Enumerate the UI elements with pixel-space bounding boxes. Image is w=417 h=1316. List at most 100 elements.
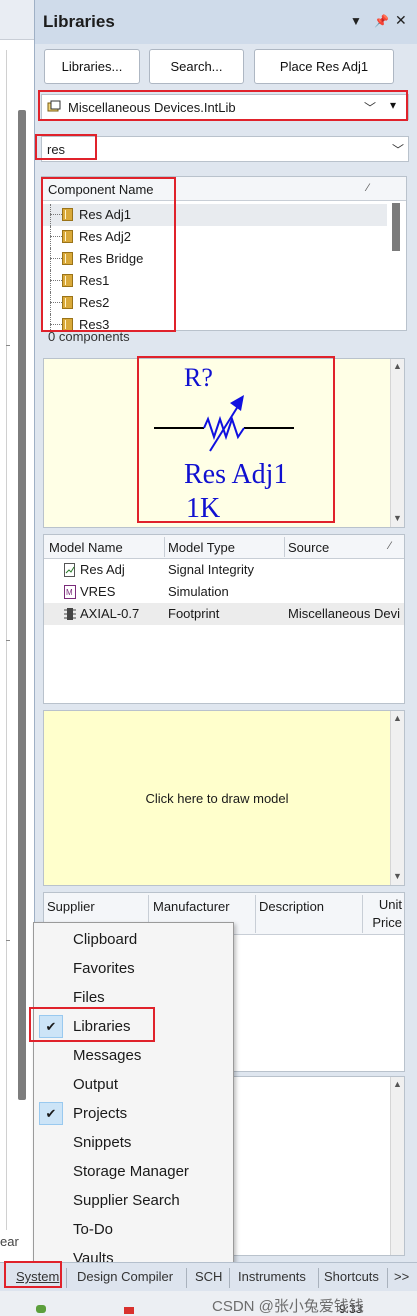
model-name: AXIAL-0.7	[80, 606, 140, 621]
component-value-text: 1K	[186, 493, 220, 524]
tab-design-compiler[interactable]: Design Compiler	[77, 1269, 173, 1284]
sheet-tick	[6, 640, 10, 641]
model-row[interactable]: Res Adj Signal Integrity	[44, 559, 404, 581]
component-icon	[62, 274, 73, 287]
pin-icon[interactable]: 📌	[374, 14, 389, 28]
editor-vertical-scrollbar[interactable]	[18, 110, 26, 1100]
component-row[interactable]: Res Adj1	[42, 204, 387, 226]
component-list: Component Name ⁄ Res Adj1 Res Adj2 Res Bri…	[41, 176, 407, 331]
component-count: 0 components	[48, 329, 130, 344]
scroll-up-icon[interactable]: ▲	[393, 713, 402, 723]
svg-text:M: M	[66, 588, 73, 597]
sort-icon[interactable]: ⁄	[389, 540, 391, 552]
component-filter-input[interactable]: res ﹀	[41, 136, 409, 162]
tray-app-icon[interactable]	[124, 1307, 134, 1314]
tree-connector	[50, 292, 51, 314]
menu-item[interactable]: ✔ Libraries	[34, 1012, 233, 1041]
model-row[interactable]: M VRES Simulation	[44, 581, 404, 603]
tree-connector	[50, 214, 62, 215]
menu-item[interactable]: Favorites	[34, 954, 233, 983]
panel-tab-bar: System Design Compiler SCH Instruments S…	[0, 1262, 417, 1291]
menu-item[interactable]: Supplier Search	[34, 1186, 233, 1215]
scroll-down-icon[interactable]: ▼	[393, 513, 402, 523]
column-divider[interactable]	[164, 537, 165, 557]
scroll-down-icon[interactable]: ▼	[393, 871, 402, 881]
menu-item[interactable]: Clipboard	[34, 925, 233, 954]
more-tabs-button[interactable]: >>	[394, 1269, 409, 1284]
menu-item[interactable]: Messages	[34, 1041, 233, 1070]
col-manufacturer[interactable]: Manufacturer	[153, 899, 230, 914]
column-divider[interactable]	[362, 895, 363, 933]
component-icon	[62, 296, 73, 309]
chevron-down-icon[interactable]: ﹀	[392, 141, 404, 158]
search-button[interactable]: Search...	[149, 49, 244, 84]
component-name-text: Res Adj1	[184, 459, 287, 490]
scroll-up-icon[interactable]: ▲	[393, 361, 402, 371]
column-divider[interactable]	[284, 537, 285, 557]
symbol-preview: R? Res Adj1 1K ▲ ▼	[43, 358, 405, 528]
scroll-up-icon[interactable]: ▲	[393, 1079, 402, 1089]
library-icon	[47, 100, 61, 112]
col-unit-price[interactable]: Unit Price	[366, 896, 402, 932]
menu-item-label: Libraries	[73, 1018, 131, 1035]
signal-integrity-icon	[64, 563, 75, 577]
col-source[interactable]: Source	[288, 540, 329, 555]
tab-divider	[318, 1268, 319, 1288]
tab-shortcuts[interactable]: Shortcuts	[324, 1269, 379, 1284]
component-row[interactable]: Res2	[42, 292, 387, 314]
column-divider[interactable]	[255, 895, 256, 933]
sheet-tick	[6, 345, 10, 346]
close-icon[interactable]: ✕	[395, 12, 407, 29]
details-scrollbar[interactable]: ▲	[390, 1077, 404, 1255]
checkmark-icon: ✔	[39, 1102, 63, 1125]
component-list-scrollbar[interactable]	[392, 203, 400, 251]
col-model-name[interactable]: Model Name	[49, 540, 123, 555]
tray-app-icon[interactable]	[36, 1305, 46, 1313]
menu-item[interactable]: Files	[34, 983, 233, 1012]
menu-item-label: Output	[73, 1076, 119, 1093]
tree-connector	[50, 258, 62, 259]
tree-connector	[50, 204, 51, 226]
model-type: Footprint	[168, 606, 220, 621]
menu-item-label: Clipboard	[73, 931, 138, 948]
library-select[interactable]: Miscellaneous Devices.IntLib ﹀ ▾	[41, 94, 409, 120]
tab-system[interactable]: System	[16, 1269, 59, 1284]
dropdown-triangle-icon[interactable]: ▼	[350, 14, 362, 28]
resistor-symbol: R? Res Adj1 1K	[154, 363, 294, 524]
preview-scrollbar[interactable]: ▲ ▼	[390, 359, 404, 527]
menu-item[interactable]: Storage Manager	[34, 1157, 233, 1186]
component-label: Res Bridge	[79, 251, 144, 266]
menu-item[interactable]: Output	[34, 1070, 233, 1099]
library-select-value: Miscellaneous Devices.IntLib	[68, 100, 236, 115]
model-row[interactable]: AXIAL-0.7 Footprint Miscellaneous Devi	[44, 603, 404, 625]
component-row[interactable]: Res1	[42, 270, 387, 292]
component-row[interactable]: Res Adj2	[42, 226, 387, 248]
panel-title-bar: Libraries ▼ 📌 ✕	[35, 0, 417, 44]
sort-icon[interactable]: ⁄	[367, 182, 369, 194]
menu-item-label: Storage Manager	[73, 1163, 189, 1180]
col-description[interactable]: Description	[259, 899, 324, 914]
menu-item[interactable]: Snippets	[34, 1128, 233, 1157]
component-list-header[interactable]: Component Name ⁄	[42, 177, 406, 201]
models-table-header: Model Name Model Type Source ⁄	[44, 535, 404, 559]
tab-sch[interactable]: SCH	[195, 1269, 222, 1284]
col-model-type[interactable]: Model Type	[168, 540, 235, 555]
menu-item[interactable]: To-Do	[34, 1215, 233, 1244]
libraries-button[interactable]: Libraries...	[44, 49, 140, 84]
place-component-button[interactable]: Place Res Adj1	[254, 49, 394, 84]
tree-connector	[50, 226, 51, 248]
model-type: Simulation	[168, 584, 229, 599]
col-supplier[interactable]: Supplier	[47, 899, 95, 914]
simulation-icon: M	[64, 585, 76, 599]
menu-item[interactable]: ✔ Projects	[34, 1099, 233, 1128]
model-source: Miscellaneous Devi	[288, 606, 400, 621]
menu-item-label: To-Do	[73, 1221, 114, 1238]
chevron-down-icon[interactable]: ﹀	[364, 99, 376, 116]
menu-item-label: Favorites	[73, 960, 135, 977]
tab-instruments[interactable]: Instruments	[238, 1269, 306, 1284]
draw-model-scrollbar[interactable]: ▲ ▼	[390, 711, 404, 885]
more-options-icon[interactable]: ▾	[390, 98, 396, 112]
draw-model-area[interactable]: Click here to draw model ▲ ▼	[43, 710, 405, 886]
checkmark-icon: ✔	[39, 1015, 63, 1038]
component-row[interactable]: Res Bridge	[42, 248, 387, 270]
